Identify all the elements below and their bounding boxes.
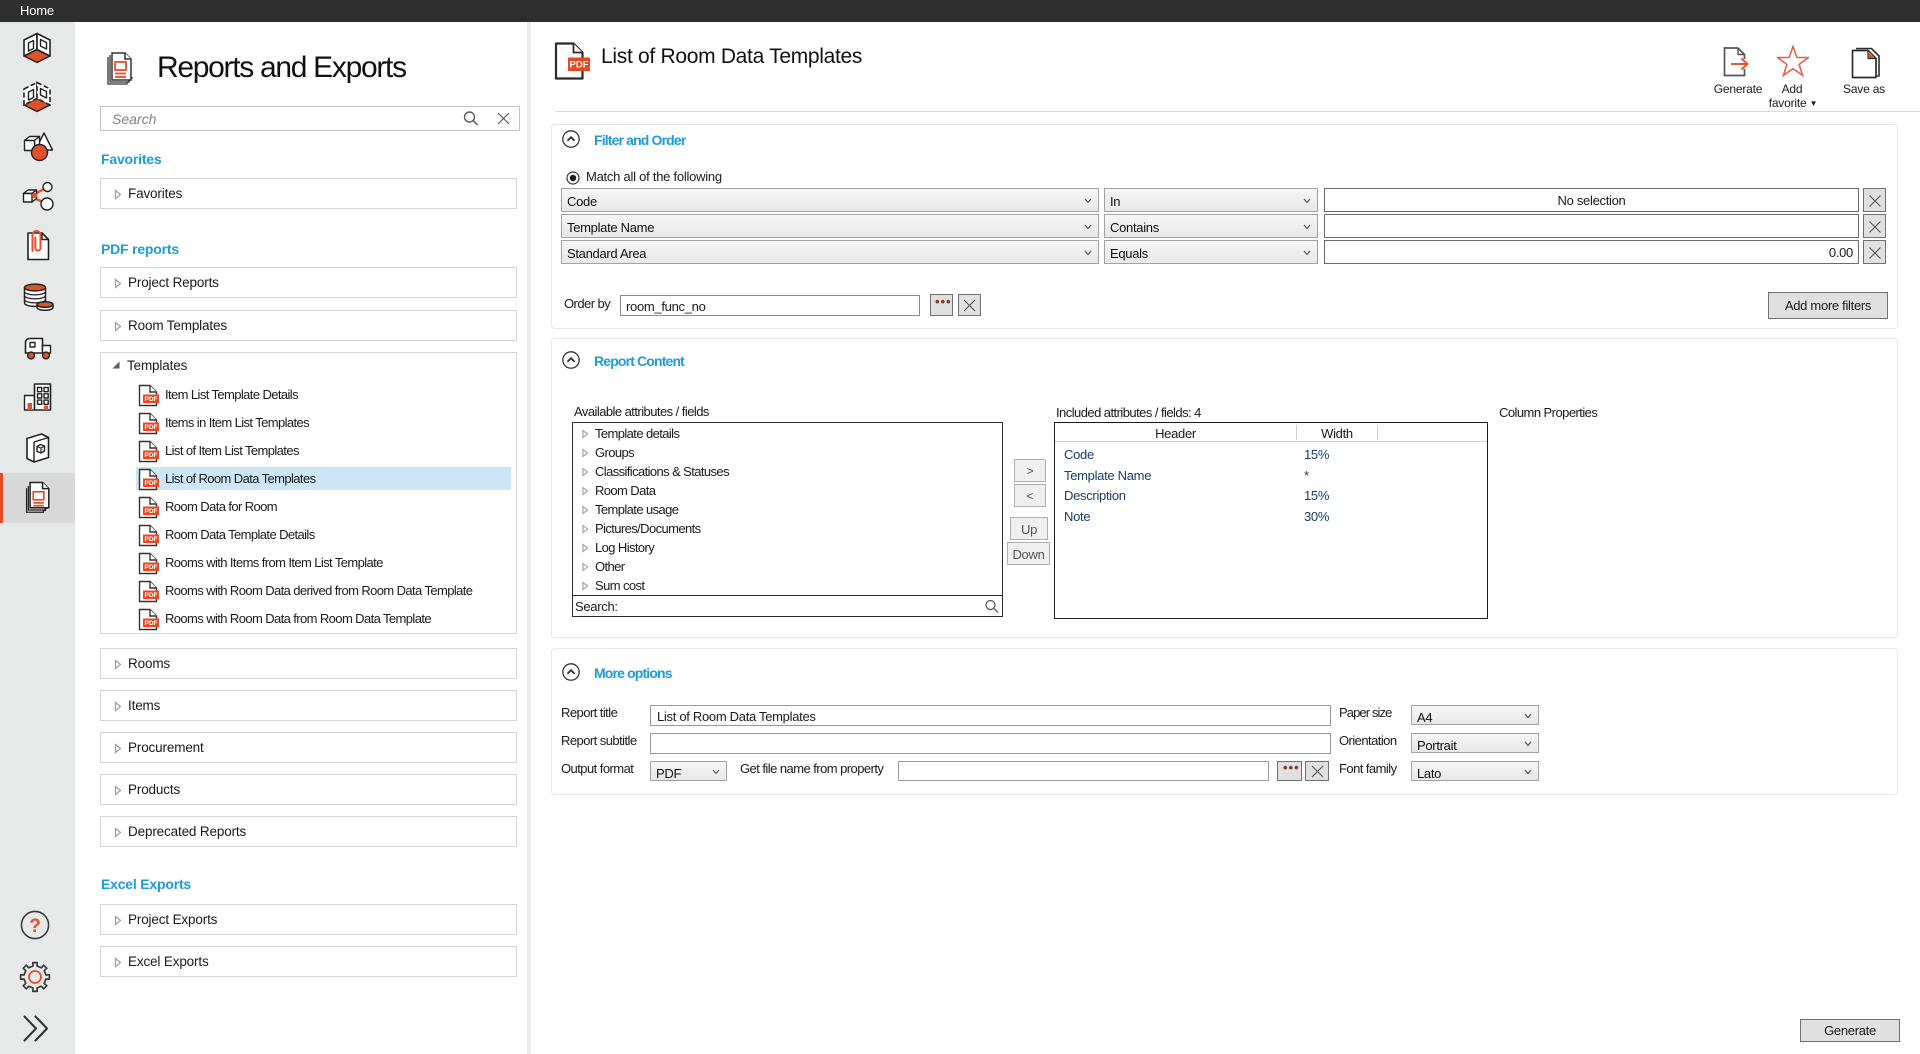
svg-text:PDF: PDF	[570, 60, 589, 71]
svg-text:PDF: PDF	[145, 396, 158, 403]
svg-text:?: ?	[29, 916, 41, 937]
svg-text:PDF: PDF	[145, 564, 158, 571]
svg-text:PDF: PDF	[145, 620, 158, 627]
svg-text:PDF: PDF	[145, 508, 158, 515]
svg-text:PDF: PDF	[145, 452, 158, 459]
svg-text:PDF: PDF	[145, 424, 158, 431]
svg-text:PDF: PDF	[145, 480, 158, 487]
svg-text:PDF: PDF	[145, 536, 158, 543]
svg-text:PDF: PDF	[145, 592, 158, 599]
